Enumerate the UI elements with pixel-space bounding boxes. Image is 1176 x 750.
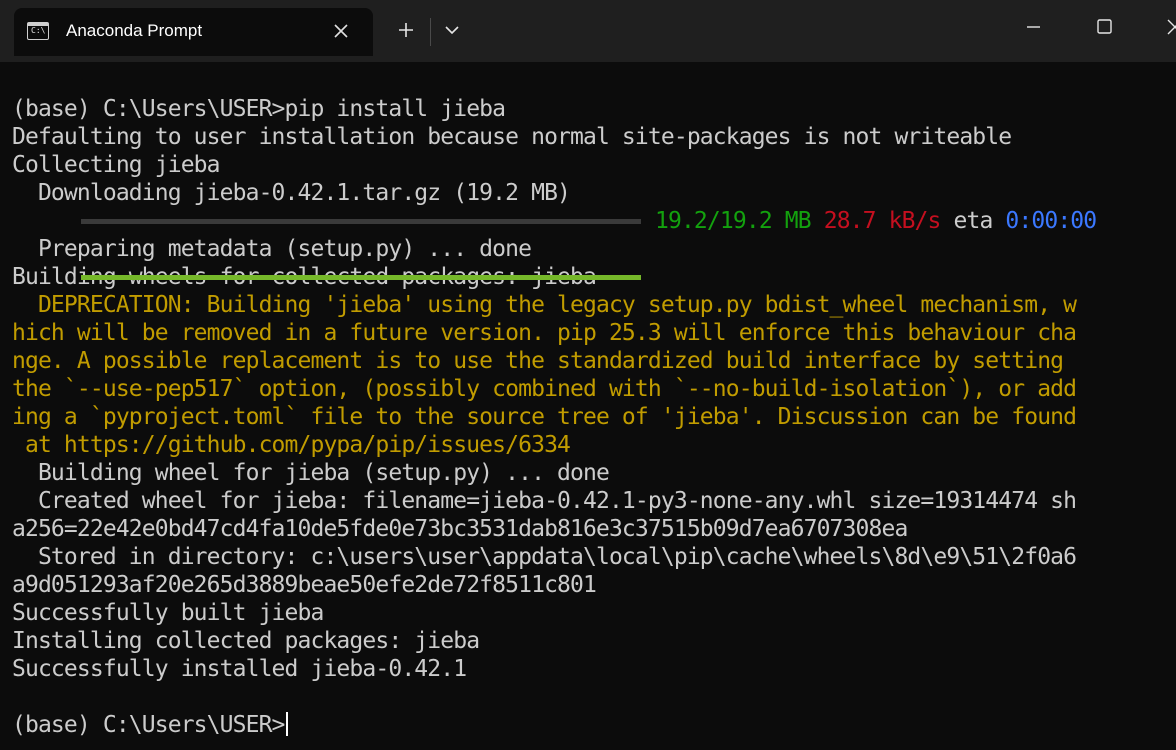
plus-icon[interactable]	[390, 14, 422, 46]
title-bar: C:\ Anaconda Prompt	[0, 0, 1176, 62]
deprecation-warning-line: nge. A possible replacement is to use th…	[12, 348, 1064, 374]
progress-eta-label: eta	[953, 208, 994, 234]
chevron-down-icon[interactable]	[437, 14, 467, 46]
console-line: Successfully built jieba	[12, 600, 324, 626]
console-output[interactable]: (base) C:\Users\USER>pip install jieba D…	[12, 95, 1176, 739]
terminal-icon: C:\	[27, 22, 49, 40]
console-line: a256=22e42e0bd47cd4fa10de5fde0e73bc3531d…	[12, 516, 908, 542]
progress-bar	[81, 219, 641, 280]
command-prompt: (base) C:\Users\USER>	[12, 712, 285, 738]
deprecation-warning-line: at https://github.com/pypa/pip/issues/63…	[12, 432, 571, 458]
tab-separator	[430, 18, 431, 46]
close-tab-icon[interactable]	[330, 20, 352, 42]
deprecation-warning-line: ing a `pyproject.toml` file to the sourc…	[12, 404, 1077, 430]
console-line: a9d051293af20e265d3889beae50efe2de72f851…	[12, 572, 597, 598]
progress-eta: 0:00:00	[1005, 208, 1097, 234]
console-line: (base) C:\Users\USER>pip install jieba	[12, 96, 506, 122]
deprecation-warning-line: the `--use-pep517` option, (possibly com…	[12, 376, 1077, 402]
terminal-icon-glyph: C:\	[31, 26, 46, 35]
console-line: Downloading jieba-0.42.1.tar.gz (19.2 MB…	[12, 180, 571, 206]
console-line: Collecting jieba	[12, 152, 221, 178]
progress-stats: 19.2/19.2 MB 28.7 kB/s eta 0:00:00	[655, 207, 1097, 235]
progress-bar-fill	[81, 275, 641, 280]
progress-speed: 28.7 kB/s	[823, 208, 942, 234]
minimize-icon[interactable]	[1010, 8, 1056, 48]
close-icon[interactable]	[1150, 8, 1176, 48]
text-cursor	[285, 712, 288, 736]
command-prompt-line[interactable]: (base) C:\Users\USER>	[12, 711, 1176, 739]
console-line: Stored in directory: c:\users\user\appda…	[12, 544, 1077, 570]
console-line: Created wheel for jieba: filename=jieba-…	[12, 488, 1077, 514]
console-line: Installing collected packages: jieba	[12, 628, 480, 654]
terminal-window: C:\ Anaconda Prompt (base) C:\Users\USER…	[0, 0, 1176, 750]
console-line: Building wheel for jieba (setup.py) ... …	[12, 460, 610, 486]
console-line: Successfully installed jieba-0.42.1	[12, 656, 467, 682]
download-progress: 19.2/19.2 MB 28.7 kB/s eta 0:00:00	[12, 207, 1176, 280]
progress-size: 19.2/19.2 MB	[655, 208, 812, 234]
console-line: Defaulting to user installation because …	[12, 124, 1012, 150]
tab-title: Anaconda Prompt	[66, 21, 203, 40]
tab-anaconda-prompt[interactable]: C:\ Anaconda Prompt	[14, 8, 373, 56]
maximize-icon[interactable]	[1082, 8, 1128, 48]
